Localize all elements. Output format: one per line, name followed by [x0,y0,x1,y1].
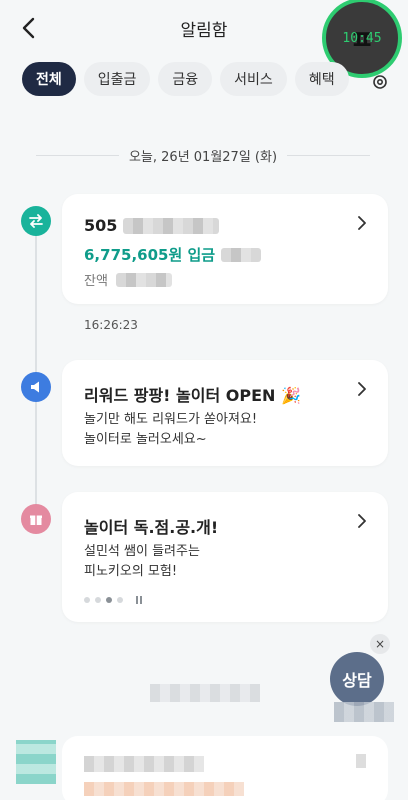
masked-date-separator [150,684,260,702]
balance-row: 잔액 [84,270,172,289]
card-body-line: 피노키오의 모험! [84,564,178,579]
megaphone-icon [21,372,51,402]
pause-icon[interactable] [136,596,142,604]
filter-chips: 전체 입출금 금융 서비스 혜택 [22,62,349,96]
card-title: 리워드 팡팡! 놀이터 OPEN 🎉 [84,386,301,405]
card-title: 놀이터 독.점.공.개! [84,518,219,537]
balance-label: 잔액 [84,274,108,289]
chip-all[interactable]: 전체 [22,62,76,96]
chip-service[interactable]: 서비스 [220,62,287,96]
masked-balance [115,272,172,287]
carousel-dot [117,597,123,603]
carousel-dot [84,597,90,603]
divider [287,155,370,156]
date-separator: 오늘, 26년 01월27일 (화) [36,146,370,165]
divider [36,155,119,156]
chip-deposit-withdraw[interactable]: 입출금 [83,62,151,96]
carousel-indicator [84,596,142,604]
chevron-right-icon [358,382,366,396]
notification-card-transfer[interactable]: 505 6,775,605원 입금 잔액 [62,194,388,304]
masked-chevron [356,754,366,768]
counsel-button[interactable]: 상담 [330,652,384,706]
masked-title [84,756,204,772]
notification-card-event[interactable]: 리워드 팡팡! 놀이터 OPEN 🎉 놀기만 해도 리워드가 쏟아져요! 놀이터… [62,360,388,466]
settings-gear-icon[interactable] [370,72,390,92]
masked-overlay [334,702,394,722]
carousel-dot [95,597,101,603]
card-body-line: 놀이터로 놀러오세요~ [84,432,207,447]
date-label: 오늘, 26년 01월27일 (화) [128,150,278,165]
notification-time: 16:26:23 [84,318,138,332]
chevron-right-icon [358,514,366,528]
gift-icon [21,504,51,534]
notification-card-masked[interactable] [62,736,388,800]
chip-finance[interactable]: 금융 [158,62,213,96]
masked-amount [84,782,244,796]
chip-benefit[interactable]: 혜택 [294,62,349,96]
close-counsel-icon[interactable]: × [370,634,390,654]
masked-account [123,217,220,234]
card-body-line: 놀기만 해도 리워드가 쏟아져요! [84,412,258,427]
transfer-arrows-icon [21,206,51,236]
amount-text: 6,775,605원 입금 [84,246,216,264]
chevron-right-icon [358,216,366,230]
masked-timeline-icon [16,740,56,784]
masked-sender [221,247,262,262]
timeline-line [35,220,37,520]
account-prefix: 505 [84,216,118,235]
app-header: 알림함 ㅍ 10:45 [0,0,408,78]
card-body: 놀기만 해도 리워드가 쏟아져요! 놀이터로 놀러오세요~ [84,410,257,450]
clock-time: 10:45 [342,30,382,46]
card-body-line: 설민석 쌤이 들려주는 [84,544,200,559]
account-number: 505 [84,216,220,235]
card-body: 설민석 쌤이 들려주는 피노키오의 모험! [84,542,200,582]
deposit-amount: 6,775,605원 입금 [84,244,262,265]
notification-card-promo[interactable]: 놀이터 독.점.공.개! 설민석 쌤이 들려주는 피노키오의 모험! [62,492,388,622]
carousel-dot-active [106,597,112,603]
